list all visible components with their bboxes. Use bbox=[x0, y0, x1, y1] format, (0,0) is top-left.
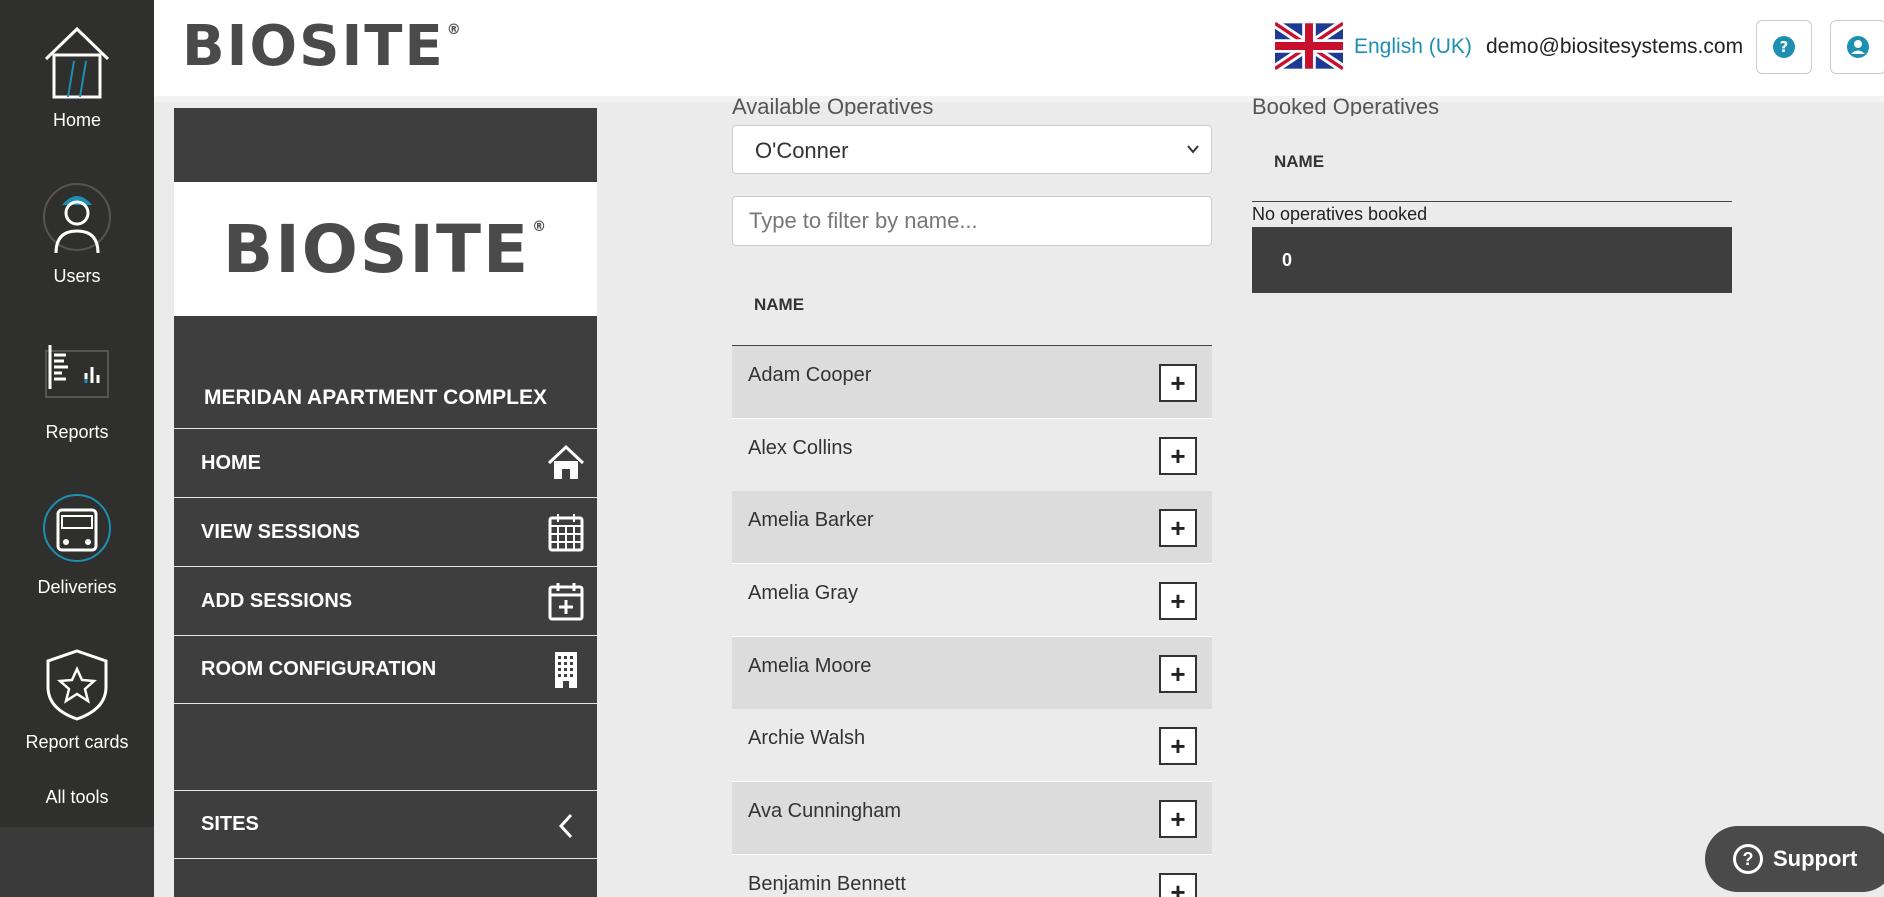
rail-users[interactable]: Users bbox=[0, 180, 154, 287]
no-bookings-message: No operatives booked bbox=[1252, 204, 1428, 224]
operative-name: Amelia Gray bbox=[748, 582, 859, 604]
operative-row: Ava Cunningham + bbox=[732, 782, 1212, 855]
add-operative-button[interactable]: + bbox=[1159, 582, 1197, 620]
operative-name: Amelia Moore bbox=[748, 655, 872, 677]
rail-deliveries[interactable]: Deliveries bbox=[0, 491, 154, 598]
svg-text:?: ? bbox=[1780, 38, 1789, 56]
rail-label: Home bbox=[52, 110, 101, 130]
operative-name: Ava Cunningham bbox=[748, 800, 902, 822]
rail-all-tools[interactable]: All tools bbox=[0, 787, 154, 808]
account-button[interactable] bbox=[1830, 20, 1884, 74]
add-operative-button[interactable]: + bbox=[1159, 727, 1197, 765]
available-operatives-title: Available Operatives bbox=[732, 94, 934, 116]
uk-flag-icon[interactable] bbox=[1275, 22, 1343, 70]
booked-operatives-title: Booked Operatives bbox=[1252, 94, 1440, 116]
nav-sites[interactable]: SITES bbox=[174, 790, 597, 859]
language-selector[interactable]: English (UK) bbox=[1354, 35, 1472, 59]
house-icon bbox=[42, 24, 112, 102]
add-operative-button[interactable]: + bbox=[1159, 800, 1197, 838]
chevron-left-icon bbox=[558, 813, 573, 839]
operative-row: Adam Cooper + bbox=[732, 346, 1212, 419]
site-name: MERIDAN APARTMENT COMPLEX bbox=[204, 386, 547, 409]
operative-row: Amelia Gray + bbox=[732, 564, 1212, 637]
help-button[interactable]: ? bbox=[1756, 20, 1812, 74]
operative-row: Archie Walsh + bbox=[732, 709, 1212, 782]
header-logo[interactable]: BIOSITE ® bbox=[182, 14, 463, 79]
table-divider bbox=[1252, 201, 1732, 202]
operative-row: Alex Collins + bbox=[732, 419, 1212, 492]
add-operative-button[interactable]: + bbox=[1159, 655, 1197, 693]
rail-reports[interactable]: Reports bbox=[0, 336, 154, 443]
site-side-panel: BIOSITE ® MERIDAN APARTMENT COMPLEX HOME … bbox=[174, 108, 597, 897]
add-operative-button[interactable]: + bbox=[1159, 509, 1197, 547]
user-circle-icon bbox=[1847, 36, 1869, 58]
report-chart-icon bbox=[42, 336, 112, 414]
add-operative-button[interactable]: + bbox=[1159, 873, 1197, 897]
available-name-header[interactable]: NAME bbox=[754, 295, 804, 315]
question-icon: ? bbox=[1733, 844, 1763, 874]
booked-count: 0 bbox=[1252, 227, 1732, 293]
operative-row: Amelia Barker + bbox=[732, 491, 1212, 564]
shield-star-icon bbox=[42, 646, 112, 724]
app-rail: Home Users Reports Deliveries Report car… bbox=[0, 0, 154, 897]
user-email: demo@biositesystems.com bbox=[1486, 35, 1744, 58]
rail-footer bbox=[0, 827, 154, 897]
worker-icon bbox=[42, 180, 112, 258]
nav-home[interactable]: HOME bbox=[174, 428, 597, 497]
rail-label: Report cards bbox=[25, 732, 129, 752]
nav-view-sessions[interactable]: VIEW SESSIONS bbox=[174, 497, 597, 566]
calendar-icon bbox=[548, 514, 584, 552]
name-filter-input[interactable] bbox=[732, 196, 1212, 246]
operative-name: Benjamin Bennett bbox=[748, 873, 906, 895]
top-bar: BIOSITE ® English (UK) demo@biositesystem… bbox=[154, 0, 1884, 102]
chevron-down-icon bbox=[1187, 145, 1199, 154]
rail-label: Deliveries bbox=[37, 577, 117, 597]
rail-report-cards[interactable]: Report cards bbox=[0, 646, 154, 753]
truck-icon bbox=[42, 491, 112, 569]
nav-room-configuration[interactable]: ROOM CONFIGURATION bbox=[174, 635, 597, 704]
nav-add-sessions[interactable]: ADD SESSIONS bbox=[174, 566, 597, 635]
question-circle-icon: ? bbox=[1773, 36, 1795, 58]
rail-label: Reports bbox=[45, 422, 109, 442]
operative-name: Amelia Barker bbox=[748, 509, 874, 531]
booked-name-header[interactable]: NAME bbox=[1274, 152, 1324, 172]
add-operative-button[interactable]: + bbox=[1159, 437, 1197, 475]
calendar-plus-icon bbox=[548, 583, 584, 621]
add-operative-button[interactable]: + bbox=[1159, 364, 1197, 402]
operative-row: Benjamin Bennett + bbox=[732, 855, 1212, 897]
operative-name: Alex Collins bbox=[748, 437, 853, 459]
house-icon bbox=[547, 444, 585, 479]
site-logo: BIOSITE ® bbox=[174, 182, 597, 316]
company-select[interactable]: O'Conner bbox=[732, 125, 1212, 174]
operative-name: Adam Cooper bbox=[748, 364, 872, 386]
operative-row: Amelia Moore + bbox=[732, 637, 1212, 710]
rail-home[interactable]: Home bbox=[0, 24, 154, 131]
support-button[interactable]: ? Support bbox=[1705, 826, 1884, 892]
operative-name: Archie Walsh bbox=[748, 727, 866, 749]
building-icon bbox=[555, 652, 577, 688]
rail-label: Users bbox=[53, 266, 101, 286]
